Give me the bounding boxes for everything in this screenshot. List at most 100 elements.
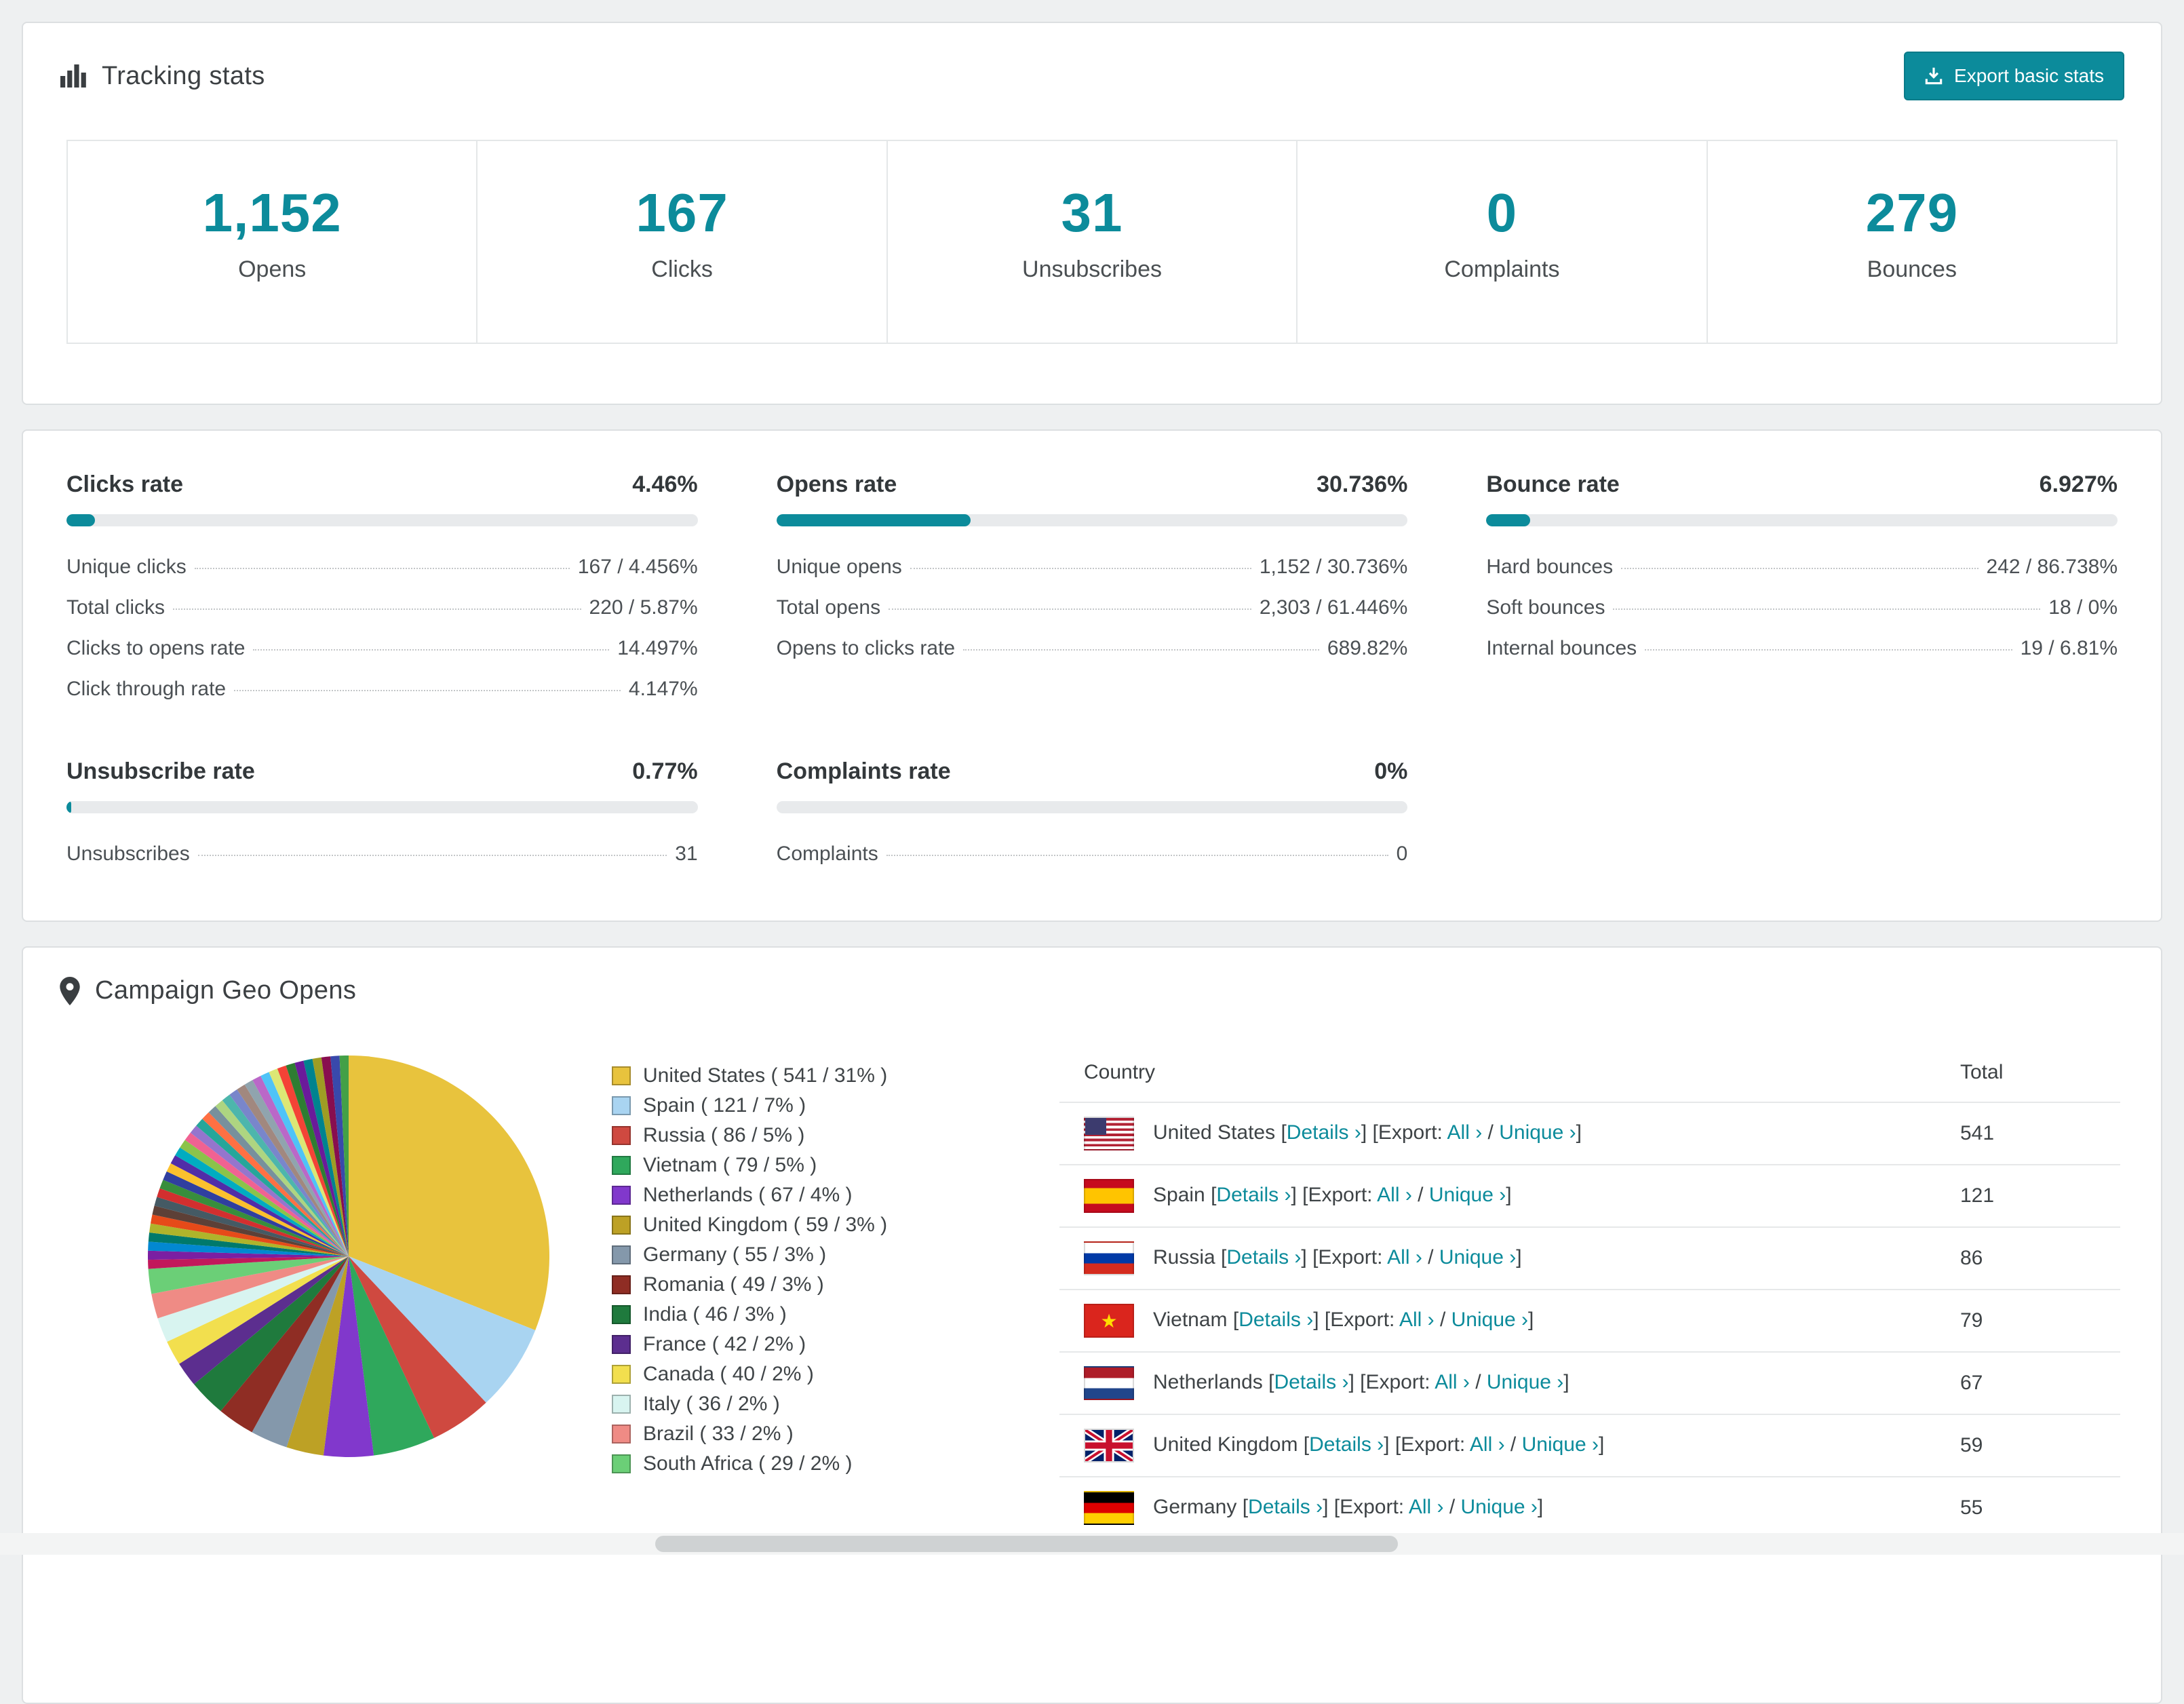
details-link[interactable]: Details › <box>1239 1309 1313 1331</box>
flag-es-icon <box>1084 1179 1134 1213</box>
export-unique-link[interactable]: Unique › <box>1439 1246 1516 1269</box>
details-link[interactable]: Details › <box>1274 1371 1348 1393</box>
export-all-link[interactable]: All › <box>1470 1433 1505 1456</box>
export-unique-link[interactable]: Unique › <box>1461 1496 1538 1518</box>
metric-row: Hard bounces 242 / 86.738% <box>1486 547 2118 587</box>
rate-rows: Hard bounces 242 / 86.738% Soft bounces … <box>1486 547 2118 669</box>
location-pin-icon <box>60 977 80 1005</box>
export-bracket-open: [ <box>1297 1184 1308 1206</box>
geo-table-header-row: Country Total <box>1059 1042 2120 1102</box>
stat-label: Clicks <box>488 256 875 283</box>
export-bracket-close: ] <box>1538 1496 1543 1518</box>
stat-box: 1,152 Opens <box>68 141 477 343</box>
export-label: Export: <box>1330 1309 1399 1331</box>
legend-item: Canada ( 40 / 2% ) <box>612 1359 1021 1389</box>
legend-swatch <box>612 1156 631 1175</box>
export-unique-link[interactable]: Unique › <box>1487 1371 1563 1393</box>
details-link[interactable]: Details › <box>1226 1246 1301 1269</box>
stat-value: 1,152 <box>79 182 465 244</box>
legend-label: Germany ( 55 / 3% ) <box>643 1243 826 1266</box>
details-bracket-open: [ <box>1228 1309 1239 1331</box>
tracking-stats-header: Tracking stats Export basic stats <box>23 23 2161 129</box>
rate-block: Unsubscribe rate 0.77% Unsubscribes 31 <box>66 758 698 874</box>
export-bracket-open: [ <box>1354 1371 1366 1393</box>
legend-label: France ( 42 / 2% ) <box>643 1333 806 1356</box>
legend-label: Brazil ( 33 / 2% ) <box>643 1422 794 1446</box>
metric-value: 689.82% <box>1327 637 1407 660</box>
geo-table-row: United States [Details ›] [Export: All ›… <box>1059 1102 2120 1165</box>
legend-label: Italy ( 36 / 2% ) <box>643 1393 780 1416</box>
export-unique-link[interactable]: Unique › <box>1522 1433 1599 1456</box>
metric-value: 242 / 86.738% <box>1987 556 2118 579</box>
country-name: Netherlands <box>1153 1371 1263 1393</box>
dotted-leader <box>173 608 581 610</box>
metric-row: Click through rate 4.147% <box>66 669 698 710</box>
metric-value: 2,303 / 61.446% <box>1260 596 1408 619</box>
metric-value: 18 / 0% <box>2048 596 2118 619</box>
dotted-leader <box>889 608 1251 610</box>
legend-swatch <box>612 1305 631 1324</box>
country-flag <box>1084 1246 1153 1269</box>
export-label: Export: <box>1340 1496 1409 1518</box>
flag-nl-icon <box>1084 1366 1134 1400</box>
progress-fill <box>66 514 95 526</box>
horizontal-scrollbar[interactable] <box>0 1533 2184 1555</box>
dotted-leader <box>234 690 621 691</box>
geo-table-row: Netherlands [Details ›] [Export: All › /… <box>1059 1352 2120 1414</box>
stat-label: Complaints <box>1308 256 1695 283</box>
legend-item: India ( 46 / 3% ) <box>612 1300 1021 1330</box>
details-link[interactable]: Details › <box>1216 1184 1291 1206</box>
geo-header: Campaign Geo Opens <box>23 948 2161 1034</box>
geo-total: 59 <box>1960 1414 2120 1477</box>
export-all-link[interactable]: All › <box>1399 1309 1435 1331</box>
export-all-link[interactable]: All › <box>1435 1371 1470 1393</box>
dotted-leader <box>1621 568 1978 569</box>
export-separator: / <box>1470 1371 1487 1393</box>
export-all-link[interactable]: All › <box>1409 1496 1444 1518</box>
geo-table: Country Total United States [Details ›] … <box>1059 1042 2120 1540</box>
export-label: Export: <box>1318 1246 1387 1269</box>
export-unique-link[interactable]: Unique › <box>1499 1121 1576 1144</box>
export-unique-link[interactable]: Unique › <box>1429 1184 1506 1206</box>
details-link[interactable]: Details › <box>1248 1496 1323 1518</box>
metric-row: Opens to clicks rate 689.82% <box>777 628 1408 669</box>
legend-label: United States ( 541 / 31% ) <box>643 1064 887 1087</box>
rate-block: Bounce rate 6.927% Hard bounces 242 / 86… <box>1486 471 2118 710</box>
legend-item: United Kingdom ( 59 / 3% ) <box>612 1210 1021 1240</box>
stat-box: 0 Complaints <box>1298 141 1707 343</box>
export-basic-stats-button[interactable]: Export basic stats <box>1904 52 2124 100</box>
export-bracket-close: ] <box>1563 1371 1569 1393</box>
legend-label: South Africa ( 29 / 2% ) <box>643 1452 852 1475</box>
export-bracket-open: [ <box>1367 1121 1378 1144</box>
rate-title: Bounce rate <box>1486 471 1620 498</box>
metric-row: Soft bounces 18 / 0% <box>1486 587 2118 628</box>
export-bracket-close: ] <box>1576 1121 1582 1144</box>
geo-total: 55 <box>1960 1477 2120 1539</box>
details-link[interactable]: Details › <box>1309 1433 1384 1456</box>
legend-item: United States ( 541 / 31% ) <box>612 1061 1021 1091</box>
dotted-leader <box>963 649 1319 651</box>
details-bracket-close: ] <box>1313 1309 1319 1331</box>
country-flag <box>1084 1121 1153 1144</box>
details-bracket-open: [ <box>1205 1184 1217 1206</box>
details-bracket-close: ] <box>1291 1184 1296 1206</box>
legend-swatch <box>612 1066 631 1085</box>
export-unique-link[interactable]: Unique › <box>1451 1309 1528 1331</box>
stat-label: Bounces <box>1719 256 2105 283</box>
rate-head: Clicks rate 4.46% <box>66 471 698 498</box>
export-all-link[interactable]: All › <box>1377 1184 1412 1206</box>
progress-fill <box>1486 514 1529 526</box>
export-label: Export: <box>1308 1184 1377 1206</box>
flag-vn-icon: ★ <box>1084 1304 1134 1338</box>
dotted-leader <box>195 568 570 569</box>
rate-block: Complaints rate 0% Complaints 0 <box>777 758 1408 874</box>
export-all-link[interactable]: All › <box>1387 1246 1422 1269</box>
details-link[interactable]: Details › <box>1287 1121 1361 1144</box>
export-all-link[interactable]: All › <box>1447 1121 1483 1144</box>
horizontal-scrollbar-thumb[interactable] <box>655 1536 1398 1552</box>
stat-value: 31 <box>899 182 1285 244</box>
metric-label: Clicks to opens rate <box>66 637 245 660</box>
export-separator: / <box>1435 1309 1451 1331</box>
rate-rows: Unique clicks 167 / 4.456% Total clicks … <box>66 547 698 710</box>
metric-row: Clicks to opens rate 14.497% <box>66 628 698 669</box>
